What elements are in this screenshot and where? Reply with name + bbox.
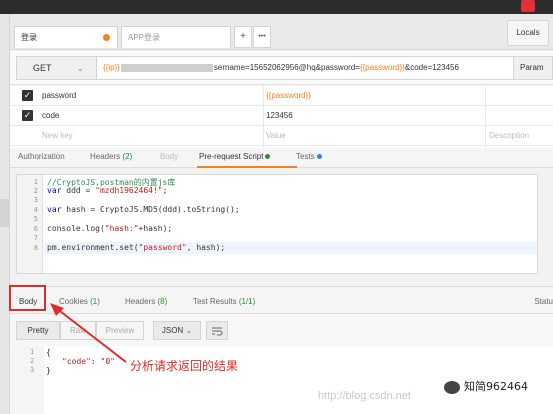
response-headers-count: (8) bbox=[157, 297, 168, 306]
params-table: ✓ password {{password}} ✓ code 123456 Ne… bbox=[10, 86, 553, 148]
tab-prerequest-script[interactable]: Pre-request Script bbox=[199, 152, 271, 161]
close-window-button[interactable] bbox=[521, 0, 535, 12]
code-text: hash = CryptoJS.MD5(ddd).toString(); bbox=[61, 205, 240, 214]
method-select[interactable]: GET ⌄ bbox=[16, 56, 96, 80]
line-number: 5 bbox=[33, 215, 38, 223]
sidebar-selected-item[interactable] bbox=[0, 199, 10, 227]
param-key[interactable]: password bbox=[42, 91, 76, 100]
add-tab-button[interactable]: + bbox=[234, 26, 252, 48]
code-text: ddd = bbox=[61, 186, 96, 195]
window-titlebar bbox=[0, 0, 553, 14]
tab-tests[interactable]: Tests bbox=[296, 152, 322, 161]
wechat-label: 知简962464 bbox=[464, 380, 528, 393]
watermark: http://blog.csdn.net bbox=[318, 390, 411, 402]
code-string: "hash:" bbox=[104, 224, 139, 233]
tab-body[interactable]: Body bbox=[160, 152, 178, 161]
active-dot-icon bbox=[265, 154, 271, 160]
tests-dot-icon bbox=[316, 154, 322, 160]
format-label: JSON bbox=[161, 326, 184, 335]
unsaved-dot-icon bbox=[103, 34, 110, 41]
body-tab-highlight-box bbox=[9, 285, 46, 311]
request-subtabs: Authorization Headers (2) Body Pre-reque… bbox=[10, 148, 553, 168]
param-value[interactable]: 123456 bbox=[266, 111, 293, 120]
table-row: ✓ code 123456 bbox=[10, 106, 553, 126]
line-gutter: 1 2 3 bbox=[10, 346, 44, 414]
headers-count: (2) bbox=[122, 152, 133, 161]
url-redacted-segment bbox=[120, 63, 213, 72]
active-tab-underline bbox=[197, 166, 297, 168]
more-tabs-button[interactable]: ••• bbox=[253, 26, 271, 48]
code-text: pm.environment.set( bbox=[47, 243, 139, 252]
line-number: 1 bbox=[33, 178, 38, 186]
line-number: 4 bbox=[33, 206, 38, 214]
code-line: pm.environment.set("password", hash); bbox=[47, 243, 225, 252]
tab-app-login[interactable]: APP登录 bbox=[121, 26, 231, 48]
tab-test-results[interactable]: Test Results (1/1) bbox=[193, 297, 255, 306]
wrap-lines-button[interactable] bbox=[206, 321, 228, 340]
line-number: 1 bbox=[30, 348, 35, 356]
wechat-badge: 知简962464 bbox=[444, 378, 528, 394]
tab-app-login-label: APP登录 bbox=[128, 33, 161, 42]
format-select[interactable]: JSON ⌄ bbox=[153, 321, 201, 340]
new-key-input[interactable]: New key bbox=[42, 131, 73, 140]
url-query-part-2: &code=123456 bbox=[404, 63, 459, 72]
new-value-input[interactable]: Value bbox=[266, 131, 286, 140]
wechat-icon bbox=[444, 380, 460, 394]
annotation-text: 分析请求返回的结果 bbox=[130, 359, 239, 373]
line-number: 3 bbox=[30, 366, 35, 374]
line-gutter: 1 2 3 4 5 6 7 8 bbox=[17, 175, 43, 273]
url-bar: GET ⌄ {{ip}} sername=15652062956@hq&passw… bbox=[10, 51, 553, 85]
tab-login[interactable]: 登录 bbox=[14, 26, 118, 48]
status-label: Statu bbox=[534, 297, 553, 306]
param-value[interactable]: {{password}} bbox=[266, 91, 311, 100]
script-editor[interactable]: 1 2 3 4 5 6 7 8 //CryptoJS,postman的内置js库… bbox=[16, 174, 538, 274]
code-text: console.log( bbox=[47, 224, 105, 233]
annotation-arrow-icon bbox=[50, 303, 127, 363]
code-text: , hash); bbox=[186, 243, 226, 252]
tab-test-results-label: Test Results bbox=[193, 297, 237, 306]
wrap-icon bbox=[212, 327, 223, 336]
url-variable-ip: {{ip}} bbox=[103, 63, 120, 72]
line-number: 7 bbox=[33, 234, 38, 242]
line-number: 6 bbox=[33, 225, 38, 233]
method-label: GET bbox=[33, 63, 52, 73]
code-line: var ddd = "mzdh1962464!"; bbox=[47, 186, 167, 195]
tab-login-label: 登录 bbox=[21, 33, 37, 42]
new-description-input[interactable]: Description bbox=[489, 131, 529, 140]
test-results-count: (1/1) bbox=[238, 297, 256, 306]
code-text: +hash); bbox=[138, 224, 173, 233]
line-number: 2 bbox=[33, 187, 38, 195]
tab-headers[interactable]: Headers (2) bbox=[90, 152, 132, 161]
url-variable-password: {{password}} bbox=[359, 63, 405, 72]
tab-authorization[interactable]: Authorization bbox=[18, 152, 65, 161]
chevron-down-icon: ⌄ bbox=[185, 326, 193, 335]
table-row-new: New key Value Description bbox=[10, 126, 553, 146]
request-tab-bar: 登录 APP登录 + ••• Locals bbox=[10, 14, 553, 50]
code-text: ; bbox=[162, 186, 168, 195]
line-number: 8 bbox=[33, 244, 38, 252]
table-row: ✓ password {{password}} bbox=[10, 86, 553, 106]
url-input[interactable]: {{ip}} sername=15652062956@hq&password={{… bbox=[96, 56, 516, 80]
code-line: var hash = CryptoJS.MD5(ddd).toString(); bbox=[47, 205, 240, 214]
params-button[interactable]: Param bbox=[513, 56, 553, 80]
tab-tests-label: Tests bbox=[296, 152, 315, 161]
environment-selector[interactable]: Locals bbox=[507, 20, 549, 46]
code-string: "mzdh1962464!" bbox=[95, 186, 163, 195]
line-number: 2 bbox=[30, 357, 35, 365]
row-checkbox[interactable]: ✓ bbox=[22, 110, 33, 121]
tab-headers-label: Headers bbox=[90, 152, 121, 161]
line-number: 3 bbox=[33, 196, 38, 204]
tab-prerequest-label: Pre-request Script bbox=[199, 152, 264, 161]
code-string: "password" bbox=[138, 243, 187, 252]
chevron-down-icon: ⌄ bbox=[76, 63, 84, 73]
sidebar-rail bbox=[0, 14, 10, 414]
row-checkbox[interactable]: ✓ bbox=[22, 90, 33, 101]
code-line: console.log("hash:"+hash); bbox=[47, 224, 172, 233]
url-query-part-1: sername=15652062956@hq&password= bbox=[213, 63, 360, 72]
code-keyword: var bbox=[47, 186, 62, 195]
code-keyword: var bbox=[47, 205, 62, 214]
param-key[interactable]: code bbox=[42, 111, 59, 120]
